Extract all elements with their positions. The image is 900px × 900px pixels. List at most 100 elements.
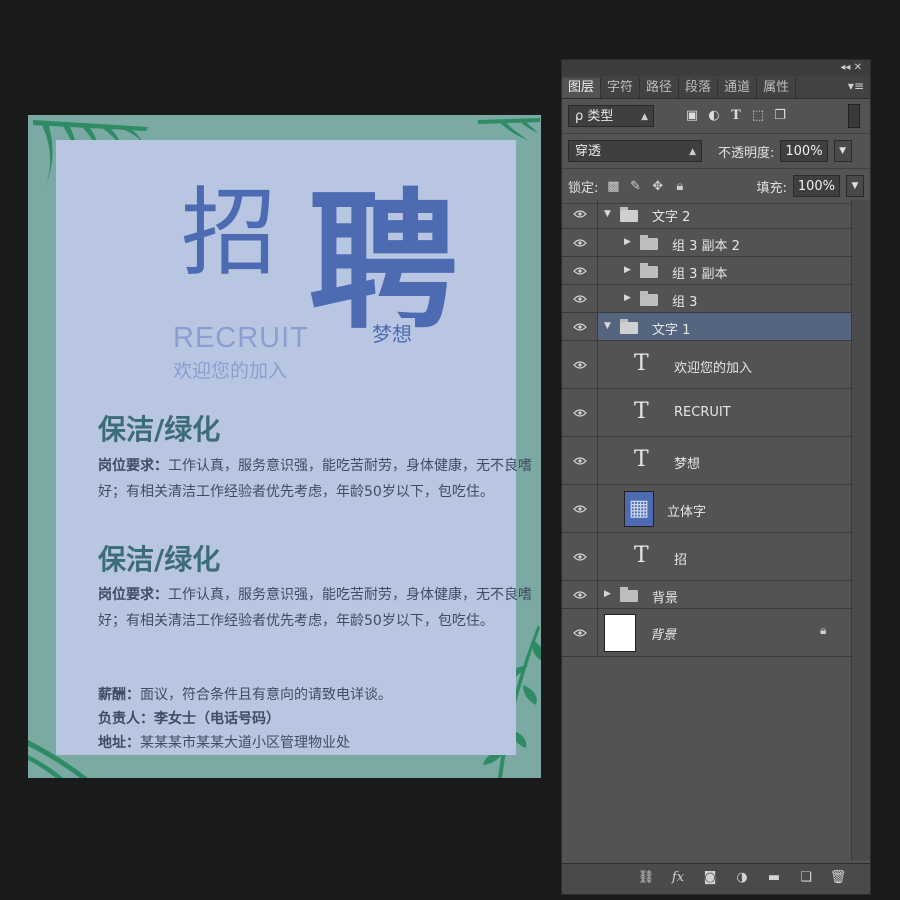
recruitment-poster: 招 聘 梦想 RECRUIT 欢迎您的加入 保洁/绿化 岗位要求：工作认真，服务… xyxy=(28,115,541,778)
layers-panel: ◂◂ ✕ 图层 字符 路径 段落 通道 属性 ▾≡ ρ 类型 ▲ ▣ ◐ T ⬚… xyxy=(561,59,871,895)
text-layer-icon: T xyxy=(634,543,649,568)
layer-name: 背景 xyxy=(652,591,679,606)
new-layer-icon[interactable]: ❏ xyxy=(796,870,816,885)
visibility-eye-icon[interactable] xyxy=(562,485,598,532)
layer-name: 文字 2 xyxy=(652,210,691,225)
smart-object-filter-icon[interactable]: ❐ xyxy=(772,109,788,123)
tab-character[interactable]: 字符 xyxy=(601,78,641,98)
tab-layers[interactable]: 图层 xyxy=(562,78,602,98)
lock-label: 锁定: xyxy=(568,180,599,196)
layer-row[interactable]: ▶ 背景 xyxy=(562,581,852,609)
adjustment-filter-icon[interactable]: ◐ xyxy=(706,109,722,123)
filter-toggle-icon[interactable] xyxy=(848,104,860,128)
layer-row[interactable]: T 招 xyxy=(562,533,852,581)
fx-icon[interactable]: fx xyxy=(668,870,688,885)
fill-label: 填充: xyxy=(756,180,787,196)
background-thumbnail xyxy=(604,614,636,652)
section1-label: 岗位要求： xyxy=(98,458,168,474)
folder-icon xyxy=(640,235,658,250)
layer-name: 组 3 副本 2 xyxy=(672,239,740,254)
visibility-eye-icon[interactable] xyxy=(562,533,598,580)
folder-icon xyxy=(640,291,658,306)
blend-mode-dropdown[interactable]: 穿透 ▲ xyxy=(568,140,702,162)
layer-row[interactable]: ▶ 组 3 xyxy=(562,285,852,313)
collapse-panel-icon[interactable]: ◂◂ ✕ xyxy=(840,62,862,73)
panel-header-bar[interactable]: ◂◂ ✕ xyxy=(562,60,870,76)
add-mask-icon[interactable]: ◙ xyxy=(700,870,720,885)
fill-slider-icon[interactable]: ▼ xyxy=(846,175,864,197)
layer-name: 欢迎您的加入 xyxy=(674,361,753,376)
layer-row[interactable]: T RECRUIT xyxy=(562,389,852,437)
panel-menu-icon[interactable]: ▾≡ xyxy=(848,79,864,93)
visibility-eye-icon[interactable] xyxy=(562,229,598,256)
dropdown-arrow-icon: ▲ xyxy=(641,112,648,122)
shape-filter-icon[interactable]: ⬚ xyxy=(750,109,766,123)
layer-name: 立体字 xyxy=(667,505,707,520)
visibility-eye-icon[interactable] xyxy=(562,437,598,484)
image-filter-icon[interactable]: ▣ xyxy=(684,109,700,123)
tab-paragraph[interactable]: 段落 xyxy=(679,78,719,98)
address-line: 地址：某某某市某某大道小区管理物业处 xyxy=(98,731,350,755)
section1-title: 保洁/绿化 xyxy=(98,413,221,446)
trash-icon[interactable]: 🗑︎ xyxy=(828,870,848,885)
lock-paint-icon[interactable]: ✎ xyxy=(627,179,645,194)
blend-mode-value: 穿透 xyxy=(575,144,602,159)
collapse-triangle-icon[interactable]: ▶ xyxy=(624,293,631,303)
lock-position-icon[interactable]: ✥ xyxy=(649,179,667,194)
contact-line: 负责人：李女士（电话号码） xyxy=(98,707,280,731)
type-filter-icon[interactable]: T xyxy=(728,109,744,123)
welcome-label: 欢迎您的加入 xyxy=(173,360,288,382)
contact-label: 负责人：李女士（电话号码） xyxy=(98,711,280,727)
address-text: 某某某市某某大道小区管理物业处 xyxy=(140,735,350,751)
layer-name: 文字 1 xyxy=(652,323,691,338)
layer-name: 背景 xyxy=(650,628,677,643)
visibility-eye-icon[interactable] xyxy=(562,313,598,340)
dream-label: 梦想 xyxy=(369,318,415,347)
layer-row[interactable]: ▦ 立体字 xyxy=(562,485,852,533)
visibility-eye-icon[interactable] xyxy=(562,257,598,284)
tab-channels[interactable]: 通道 xyxy=(718,78,758,98)
layers-list: ▼ 文字 2 ▶ 组 3 副本 2 ▶ 组 3 副本 ▶ 组 3 ▼ 文字 1 … xyxy=(562,200,852,657)
layer-row[interactable]: 背景 🔒︎ xyxy=(562,609,852,657)
layer-row[interactable]: ▶ 组 3 副本 2 xyxy=(562,229,852,257)
adjustment-layer-icon[interactable]: ◑ xyxy=(732,870,752,885)
tab-paths[interactable]: 路径 xyxy=(640,78,680,98)
layer-row[interactable]: ▶ 组 3 副本 xyxy=(562,257,852,285)
layer-name: 组 3 xyxy=(672,295,698,310)
expand-triangle-icon[interactable]: ▼ xyxy=(604,209,611,219)
tab-properties[interactable]: 属性 xyxy=(757,78,797,98)
visibility-eye-icon[interactable] xyxy=(562,389,598,436)
opacity-field[interactable]: 100% xyxy=(780,140,828,162)
panel-tabs: 图层 字符 路径 段落 通道 属性 ▾≡ xyxy=(562,76,870,99)
salary-line: 薪酬：面议，符合条件且有意向的请致电详谈。 xyxy=(98,683,392,707)
section2-requirements: 岗位要求：工作认真，服务意识强，能吃苦耐劳，身体健康，无不良嗜好；有相关清洁工作… xyxy=(98,582,533,634)
layer-row[interactable]: T 欢迎您的加入 xyxy=(562,341,852,389)
layer-row[interactable]: T 梦想 xyxy=(562,437,852,485)
layer-row[interactable]: ▼ 文字 2 xyxy=(562,200,852,229)
layer-name: 招 xyxy=(674,553,688,568)
dropdown-arrow-icon: ▲ xyxy=(689,147,696,157)
visibility-eye-icon[interactable] xyxy=(562,285,598,312)
opacity-slider-icon[interactable]: ▼ xyxy=(833,140,852,162)
layers-scrollbar[interactable] xyxy=(851,200,870,860)
lock-all-icon[interactable]: 🔒︎ xyxy=(671,179,689,194)
new-group-icon[interactable]: ▬ xyxy=(764,870,784,885)
link-layers-icon[interactable]: ⛓ xyxy=(636,870,656,885)
visibility-eye-icon[interactable] xyxy=(562,609,598,656)
smart-object-thumbnail-icon: ▦ xyxy=(624,491,654,527)
address-label: 地址： xyxy=(98,735,140,751)
visibility-eye-icon[interactable] xyxy=(562,581,598,608)
text-layer-icon: T xyxy=(634,399,649,424)
fill-field[interactable]: 100% xyxy=(792,175,840,197)
lock-transparent-icon[interactable]: ▩ xyxy=(604,179,622,194)
collapse-triangle-icon[interactable]: ▶ xyxy=(624,237,631,247)
collapse-triangle-icon[interactable]: ▶ xyxy=(624,265,631,275)
folder-icon xyxy=(620,207,638,222)
layer-row-selected[interactable]: ▼ 文字 1 xyxy=(562,313,852,341)
visibility-eye-icon[interactable] xyxy=(562,200,598,228)
filter-type-dropdown[interactable]: ρ 类型 ▲ xyxy=(568,105,654,127)
collapse-triangle-icon[interactable]: ▶ xyxy=(604,589,611,599)
visibility-eye-icon[interactable] xyxy=(562,341,598,388)
expand-triangle-icon[interactable]: ▼ xyxy=(604,321,611,331)
title-char-zhao: 招 xyxy=(181,177,277,289)
